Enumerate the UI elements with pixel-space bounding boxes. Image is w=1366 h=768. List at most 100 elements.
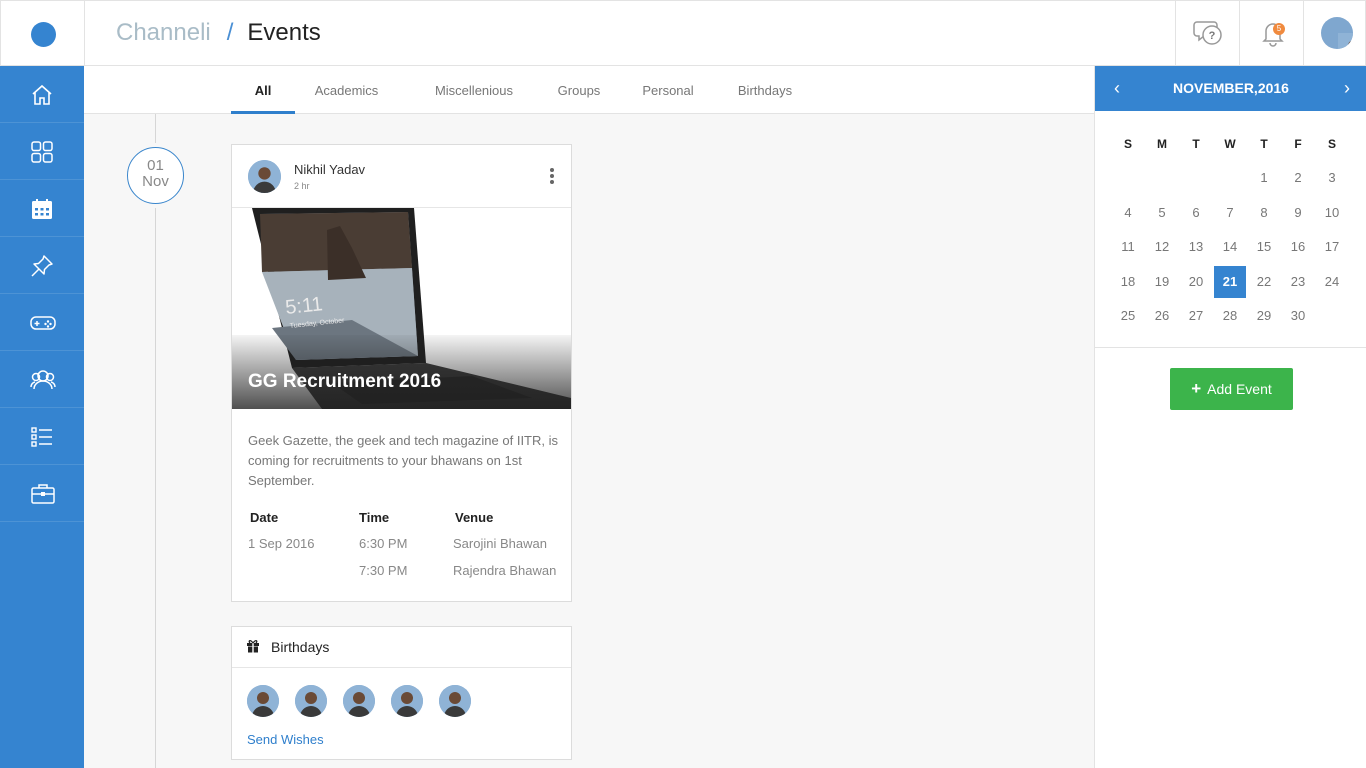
- author-avatar[interactable]: [248, 160, 281, 193]
- calendar-day[interactable]: 15: [1248, 231, 1280, 263]
- calendar-day[interactable]: 5: [1146, 197, 1178, 229]
- sidebar-item-pins[interactable]: [0, 237, 84, 294]
- sidebar-item-home[interactable]: [0, 66, 84, 123]
- calendar-day[interactable]: 19: [1146, 266, 1178, 298]
- notifications-button[interactable]: 5: [1239, 1, 1303, 67]
- calendar-day[interactable]: 29: [1248, 300, 1280, 332]
- timeline-day: 01: [147, 157, 164, 174]
- calendar-weekday: F: [1294, 137, 1302, 151]
- laptop-clock-text: 5:11: [284, 293, 324, 319]
- help-chat-button[interactable]: ?: [1175, 1, 1239, 67]
- calendar-day[interactable]: 20: [1180, 266, 1212, 298]
- calendar-day[interactable]: 4: [1112, 197, 1144, 229]
- calendar-day[interactable]: 14: [1214, 231, 1246, 263]
- calendar-day[interactable]: 24: [1316, 266, 1348, 298]
- sidebar-item-events[interactable]: [0, 180, 84, 237]
- calendar-day[interactable]: 11: [1112, 231, 1144, 263]
- calendar-day[interactable]: 12: [1146, 231, 1178, 263]
- event-image[interactable]: 5:11 Tuesday, October GG Recruitment 201…: [232, 208, 571, 409]
- tab-academics[interactable]: Academics: [303, 66, 390, 114]
- calendar-day[interactable]: 23: [1282, 266, 1314, 298]
- bell-icon: [1262, 23, 1284, 47]
- calendar-day[interactable]: 2: [1282, 162, 1314, 194]
- calendar-month-title: NOVEMBER,2016: [1173, 80, 1289, 96]
- calendar-weekday: M: [1157, 137, 1167, 151]
- calendar-weekday: T: [1260, 137, 1268, 151]
- sidebar-item-list[interactable]: [0, 408, 84, 465]
- calendar-day[interactable]: 17: [1316, 231, 1348, 263]
- calendar-day[interactable]: 25: [1112, 300, 1144, 332]
- breadcrumb-separator: /: [226, 19, 234, 46]
- sidebar-nav: [0, 66, 84, 768]
- sidebar-item-games[interactable]: [0, 294, 84, 351]
- top-header: Channeli / Events ? 5: [0, 0, 1366, 67]
- tab-all[interactable]: All: [231, 66, 295, 114]
- venue-header: Venue: [455, 510, 494, 525]
- calendar-weekday: T: [1192, 137, 1200, 151]
- tab-birthdays[interactable]: Birthdays: [729, 66, 801, 114]
- svg-text:?: ?: [1209, 30, 1216, 42]
- birthday-avatar[interactable]: [343, 685, 375, 717]
- gamepad-icon: [30, 316, 56, 330]
- calendar-day[interactable]: 10: [1316, 197, 1348, 229]
- calendar-day-selected[interactable]: 21: [1214, 265, 1246, 298]
- event-title[interactable]: GG Recruitment 2016: [248, 371, 441, 393]
- send-wishes-link[interactable]: Send Wishes: [247, 732, 324, 747]
- calendar-day[interactable]: 28: [1214, 300, 1246, 332]
- calendar-day[interactable]: 1: [1248, 162, 1280, 194]
- timeline-month: Nov: [142, 173, 169, 190]
- timeline-line: [155, 114, 156, 768]
- profile-button[interactable]: [1303, 1, 1366, 67]
- sidebar-item-apps[interactable]: [0, 123, 84, 180]
- logo-box[interactable]: [1, 1, 85, 67]
- event-description: Geek Gazette, the geek and tech magazine…: [248, 433, 559, 488]
- notification-badge: 5: [1273, 23, 1285, 35]
- sidebar-item-briefcase[interactable]: [0, 465, 84, 522]
- calendar-day[interactable]: 18: [1112, 266, 1144, 298]
- birthday-avatar[interactable]: [295, 685, 327, 717]
- event-card-header: Nikhil Yadav 2 hr: [232, 145, 571, 208]
- tab-personal[interactable]: Personal: [636, 66, 700, 114]
- event-venue-column: Venue Sarojini Bhawan Rajendra Bhawan: [453, 508, 556, 584]
- calendar-day[interactable]: 27: [1180, 300, 1212, 332]
- calendar-weekday: S: [1327, 137, 1336, 151]
- event-card[interactable]: Nikhil Yadav 2 hr 5:11 Tuesday, October …: [231, 144, 572, 602]
- calendar-day[interactable]: 6: [1180, 197, 1212, 229]
- calendar-next-button[interactable]: ›: [1332, 66, 1362, 111]
- breadcrumb-root[interactable]: Channeli: [116, 19, 211, 46]
- timeline-date: 01 Nov: [127, 147, 184, 204]
- birthday-avatar[interactable]: [391, 685, 423, 717]
- list-icon: [31, 427, 52, 447]
- calendar-day[interactable]: 13: [1180, 231, 1212, 263]
- gift-icon: [247, 640, 259, 653]
- event-date-column: Date 1 Sep 2016: [248, 508, 315, 557]
- add-event-button[interactable]: + Add Event: [1170, 368, 1293, 410]
- birthdays-card: Birthdays Send Wishes: [231, 626, 572, 760]
- calendar-divider: [1095, 347, 1366, 348]
- help-chat-icon: ?: [1193, 21, 1222, 45]
- calendar-day[interactable]: 9: [1282, 197, 1314, 229]
- birthday-avatar[interactable]: [247, 685, 279, 717]
- calendar-prev-button[interactable]: ‹: [1102, 66, 1132, 111]
- page-title: Events: [247, 19, 321, 46]
- calendar-day[interactable]: 7: [1214, 197, 1246, 229]
- calendar-day[interactable]: 22: [1248, 266, 1280, 298]
- birthday-avatar[interactable]: [439, 685, 471, 717]
- user-avatar[interactable]: [1321, 17, 1353, 49]
- calendar-day[interactable]: 26: [1146, 300, 1178, 332]
- calendar-day[interactable]: 8: [1248, 197, 1280, 229]
- calendar-panel: NOVEMBER,2016 ‹ › S M T W T F S 1 2 3 4 5 6 7 8 9 10 11 12…: [1094, 66, 1366, 768]
- add-event-label: Add Event: [1207, 381, 1272, 397]
- calendar-day[interactable]: 16: [1282, 231, 1314, 263]
- event-time: 7:30 PM: [359, 563, 408, 578]
- tab-groups[interactable]: Groups: [549, 66, 609, 114]
- more-options-icon[interactable]: [548, 166, 556, 186]
- tab-miscellenious[interactable]: Miscellenious: [426, 66, 522, 114]
- event-time: 6:30 PM: [359, 536, 408, 551]
- groups-icon: [30, 370, 56, 390]
- calendar-day[interactable]: 3: [1316, 162, 1348, 194]
- app-logo[interactable]: [31, 22, 56, 47]
- author-name[interactable]: Nikhil Yadav: [294, 162, 365, 177]
- calendar-day[interactable]: 30: [1282, 300, 1314, 332]
- sidebar-item-groups[interactable]: [0, 351, 84, 408]
